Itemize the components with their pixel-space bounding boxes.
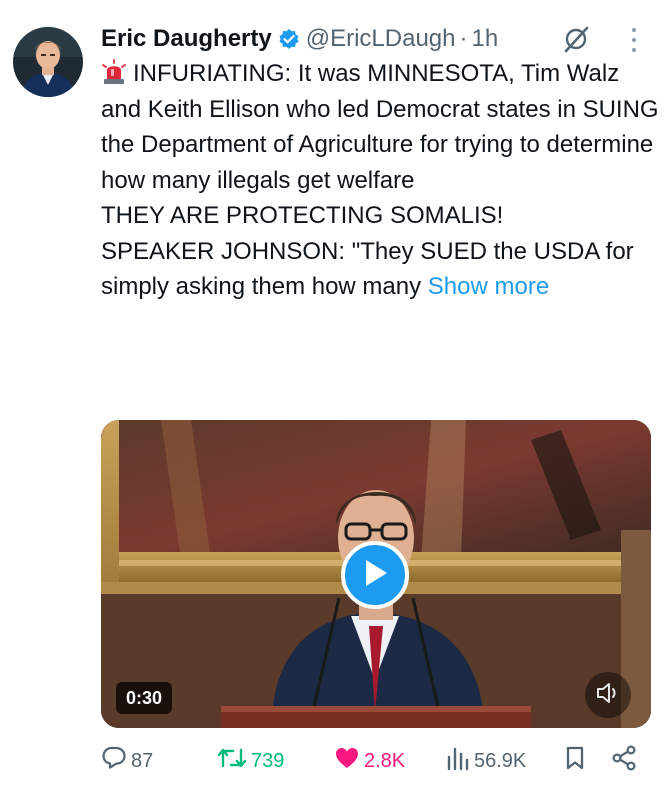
heart-icon [334,746,364,776]
reply-count: 87 [131,749,154,772]
verified-badge-icon[interactable] [278,28,300,50]
video-duration: 0:30 [116,682,173,714]
tweet-paragraph-3-text: SPEAKER JOHNSON: "They SUED the USDA for… [101,237,634,301]
reply-button[interactable]: 87 [101,746,153,776]
views-button[interactable]: 56.9K [446,746,526,776]
rotating-light-emoji [101,59,127,85]
author-name[interactable]: Eric Daugherty [101,25,272,53]
action-bar: 87 739 2.8K 56.9K [101,745,641,777]
speaker-muted-icon [595,681,621,710]
tweet-paragraph-2: THEY ARE PROTECTING SOMALIS! [101,202,504,229]
post-time[interactable]: 1h [471,25,498,53]
analytics-icon [446,745,474,777]
mute-button[interactable] [585,672,631,718]
grok-icon[interactable] [561,24,591,54]
tweet-paragraph-1: INFURIATING: It was MINNESOTA, Tim Walz … [101,56,661,198]
views-count: 56.9K [474,749,527,772]
video-player[interactable]: 0:30 [101,420,651,728]
like-button[interactable]: 2.8K [334,746,405,776]
tweet-paragraph-3: SPEAKER JOHNSON: "They SUED the USDA for… [101,234,661,305]
reply-icon [101,745,131,777]
bookmark-icon [564,745,590,777]
author-handle[interactable]: @EricLDaugh [306,25,456,53]
tweet-header: Eric Daugherty @EricLDaugh · 1h [101,22,498,56]
tweet-text: INFURIATING: It was MINNESOTA, Tim Walz … [101,56,661,305]
more-options-icon[interactable] [624,26,644,54]
avatar[interactable] [13,27,83,97]
header-separator: · [459,25,468,52]
like-count: 2.8K [364,749,406,772]
play-icon [361,558,389,593]
share-button[interactable] [611,745,641,777]
repost-count: 739 [251,749,285,772]
repost-button[interactable]: 739 [217,746,284,776]
tweet-paragraph-1-text: INFURIATING: It was MINNESOTA, Tim Walz … [101,60,659,194]
play-button[interactable] [341,541,409,609]
show-more-link[interactable]: Show more [428,273,549,300]
bookmark-button[interactable] [564,746,590,776]
share-icon [611,745,641,777]
repost-icon [217,745,251,777]
